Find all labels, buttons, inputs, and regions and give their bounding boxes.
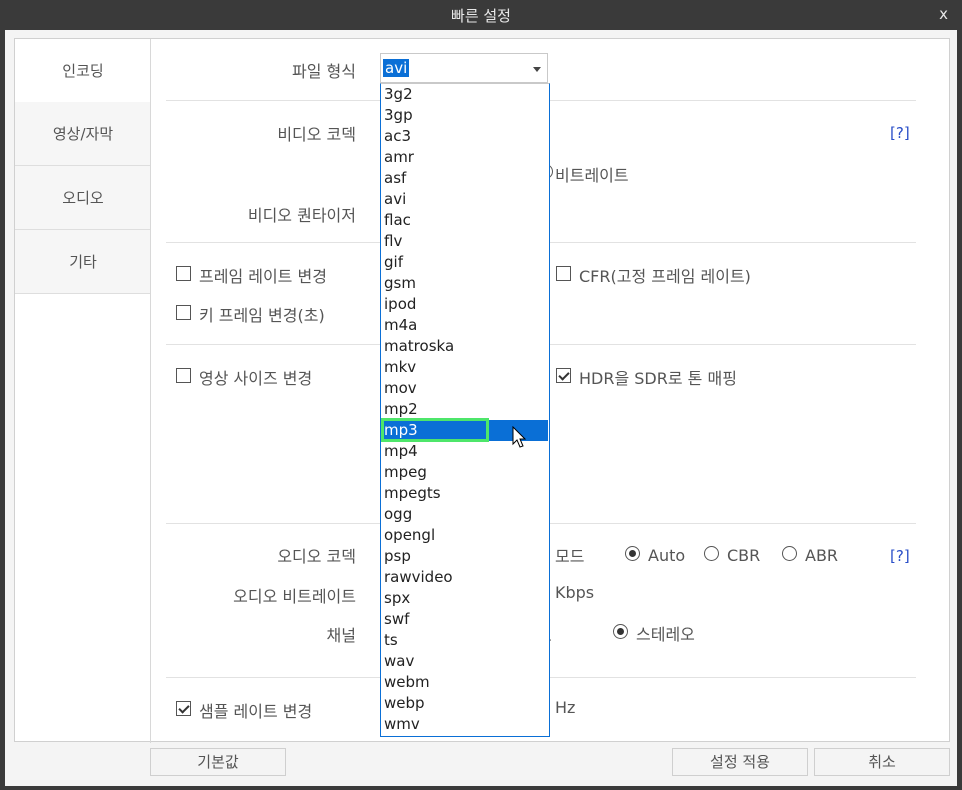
cancel-button[interactable]: 취소 (814, 748, 950, 776)
frame-rate-change-label: 프레임 레이트 변경 (199, 267, 327, 286)
sidebar-item-encoding[interactable]: 인코딩 (15, 39, 151, 103)
sample-rate-unit: Hz (555, 698, 576, 717)
dropdown-option-gsm[interactable]: gsm (382, 273, 548, 294)
channel-label: 채널 (326, 626, 356, 645)
dropdown-option-ac3[interactable]: ac3 (382, 126, 548, 147)
video-size-change-label: 영상 사이즈 변경 (199, 369, 313, 388)
sidebar-item-etc[interactable]: 기타 (15, 230, 151, 294)
video-size-change-checkbox[interactable] (176, 368, 191, 383)
sidebar-item-audio[interactable]: 오디오 (15, 166, 151, 230)
dropdown-option-mp4[interactable]: mp4 (382, 441, 548, 462)
hdr-to-sdr-checkbox[interactable] (556, 368, 571, 383)
dropdown-option-mp2[interactable]: mp2 (382, 399, 548, 420)
dropdown-option-mkv[interactable]: mkv (382, 357, 548, 378)
audio-mode-abr-radio[interactable] (782, 546, 797, 561)
dropdown-option-3g2[interactable]: 3g2 (382, 84, 548, 105)
dropdown-option-mpeg[interactable]: mpeg (382, 462, 548, 483)
sample-rate-change-checkbox[interactable] (176, 701, 191, 716)
dropdown-option-spx[interactable]: spx (382, 588, 548, 609)
keyframe-change-label: 키 프레임 변경(초) (199, 306, 325, 325)
dropdown-option-mpegts[interactable]: mpegts (382, 483, 548, 504)
dropdown-option-webp[interactable]: webp (382, 693, 548, 714)
dropdown-option-wmv[interactable]: wmv (382, 714, 548, 735)
channel-stereo-label: 스테레오 (636, 625, 695, 644)
dropdown-option-wav[interactable]: wav (382, 651, 548, 672)
file-format-value: avi (383, 59, 410, 77)
dropdown-option-matroska[interactable]: matroska (382, 336, 548, 357)
window-title: 빠른 설정 (451, 7, 511, 25)
title-bar: 빠른 설정 x (0, 0, 962, 30)
audio-codec-label: 오디오 코덱 (277, 547, 356, 566)
dropdown-option-opengl[interactable]: opengl (382, 525, 548, 546)
frame-rate-change-checkbox[interactable] (176, 266, 191, 281)
dropdown-option-3gp[interactable]: 3gp (382, 105, 548, 126)
cfr-checkbox[interactable] (556, 266, 571, 281)
dropdown-option-webm[interactable]: webm (382, 672, 548, 693)
audio-mode-auto-label: Auto (648, 546, 686, 565)
dialog: 인코딩 영상/자막 오디오 기타 파일 형식 avi 비디오 코덱 [?] 비트… (5, 30, 957, 786)
video-quantizer-label: 비디오 퀀타이저 (247, 206, 356, 225)
audio-mode-label: 모드 (555, 547, 585, 566)
settings-panel: 인코딩 영상/자막 오디오 기타 파일 형식 avi 비디오 코덱 [?] 비트… (14, 38, 950, 743)
dropdown-option-swf[interactable]: swf (382, 609, 548, 630)
dropdown-option-ts[interactable]: ts (382, 630, 548, 651)
apply-button[interactable]: 설정 적용 (672, 748, 808, 776)
video-help-link[interactable]: [?] (890, 124, 910, 142)
file-format-dropdown[interactable]: 3g2 3gp ac3 amr asf avi flac flv gif gsm ipod m4a ma… (380, 83, 550, 737)
audio-bitrate-unit: Kbps (555, 583, 595, 602)
dropdown-option-amr[interactable]: amr (382, 147, 548, 168)
dropdown-option-ipod[interactable]: ipod (382, 294, 548, 315)
dropdown-option-rawvideo[interactable]: rawvideo (382, 567, 548, 588)
default-button[interactable]: 기본값 (150, 748, 286, 776)
audio-bitrate-label: 오디오 비트레이트 (233, 587, 356, 606)
close-button[interactable]: x (939, 5, 948, 23)
sidebar-divider (150, 39, 151, 743)
sidebar-item-video-subtitle[interactable]: 영상/자막 (15, 102, 151, 166)
sample-rate-change-label: 샘플 레이트 변경 (199, 702, 313, 721)
audio-help-link[interactable]: [?] (890, 547, 910, 565)
audio-mode-auto-radio[interactable] (625, 546, 640, 561)
dropdown-option-mp3[interactable]: mp3 (382, 420, 548, 441)
dropdown-option-flv[interactable]: flv (382, 231, 548, 252)
dropdown-option-mov[interactable]: mov (382, 378, 548, 399)
chevron-down-icon[interactable] (533, 67, 541, 72)
dropdown-option-ogg[interactable]: ogg (382, 504, 548, 525)
dropdown-option-avi[interactable]: avi (382, 189, 548, 210)
dropdown-option-flac[interactable]: flac (382, 210, 548, 231)
video-codec-label: 비디오 코덱 (277, 125, 356, 144)
hdr-to-sdr-label: HDR을 SDR로 톤 매핑 (579, 369, 737, 388)
audio-mode-cbr-label: CBR (727, 546, 761, 565)
sidebar: 인코딩 영상/자막 오디오 기타 (15, 39, 151, 294)
keyframe-change-checkbox[interactable] (176, 305, 191, 320)
dropdown-option-gif[interactable]: gif (382, 252, 548, 273)
file-format-select[interactable]: avi (380, 53, 548, 83)
cfr-label: CFR(고정 프레임 레이트) (579, 267, 751, 286)
channel-stereo-radio[interactable] (613, 624, 628, 639)
file-format-label: 파일 형식 (292, 62, 356, 81)
dropdown-option-psp[interactable]: psp (382, 546, 548, 567)
dropdown-option-asf[interactable]: asf (382, 168, 548, 189)
audio-mode-abr-label: ABR (805, 546, 839, 565)
dropdown-option-m4a[interactable]: m4a (382, 315, 548, 336)
video-bitrate-option-label: 비트레이트 (555, 166, 629, 185)
audio-mode-cbr-radio[interactable] (704, 546, 719, 561)
